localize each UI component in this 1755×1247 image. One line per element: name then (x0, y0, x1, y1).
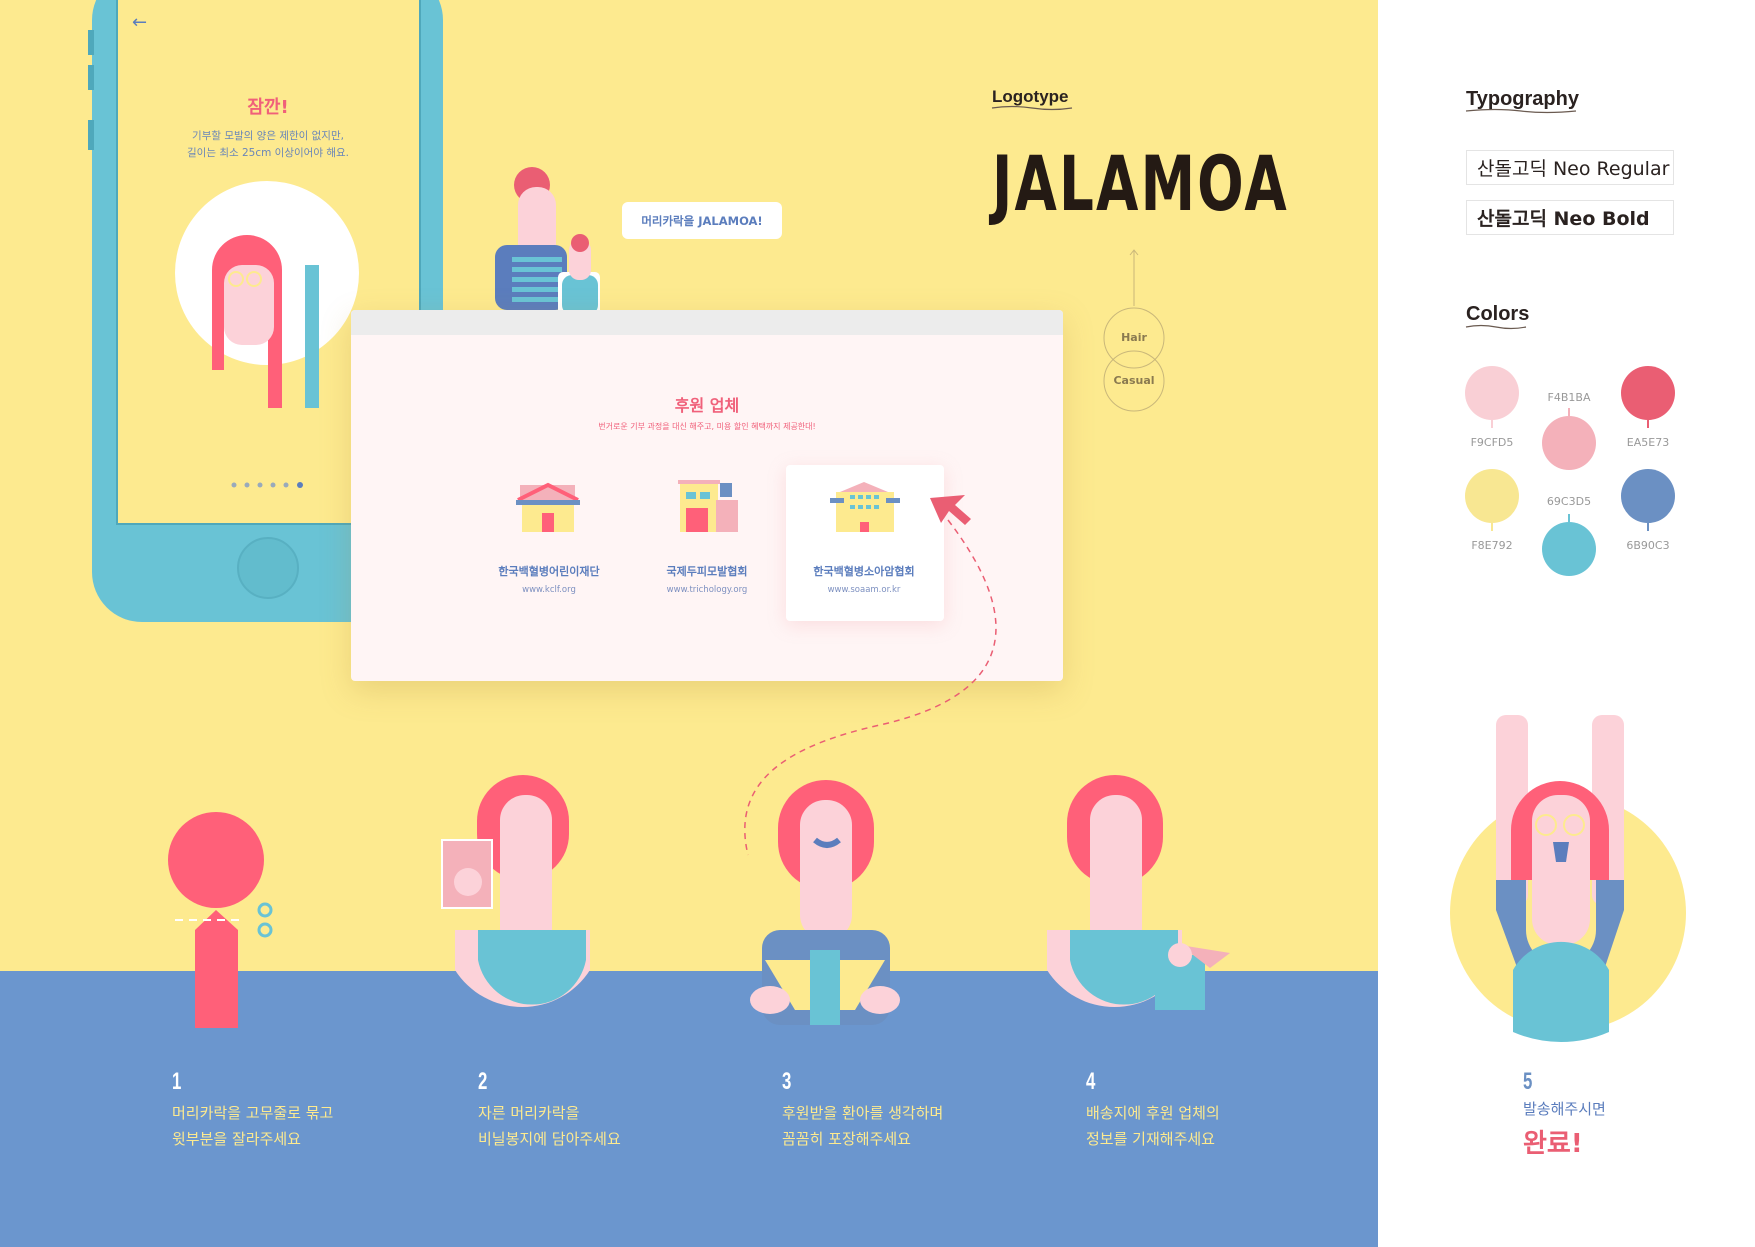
step-number: 3 (782, 1068, 792, 1095)
step1-figure (168, 812, 273, 1028)
swatch-label: F9CFD5 (1470, 436, 1514, 449)
step-5: 5 발송해주시면 완료! (1523, 1068, 1606, 1160)
step-text-line1: 머리카락을 고무줄로 묶고 (172, 1104, 334, 1122)
step-text-line1: 자른 머리카락을 (478, 1104, 580, 1122)
font-sample-regular: 산돌고딕 Neo Regular (1466, 150, 1674, 185)
swatch-label: F4B1BA (1547, 391, 1591, 404)
step-text-line2: 꼼꼼히 포장해주세요 (782, 1130, 911, 1148)
step-4: 4 배송지에 후원 업체의 정보를 기재해주세요 (1086, 1068, 1220, 1152)
logotype-heading: Logotype (992, 87, 1069, 106)
step-text-line1: 배송지에 후원 업체의 (1086, 1104, 1220, 1122)
step4-figure (1047, 775, 1230, 1010)
keyword-casual: Casual (1113, 374, 1155, 387)
swatch-label: 6B90C3 (1626, 539, 1670, 552)
swatch-label: EA5E73 (1626, 436, 1670, 449)
step-number: 5 (1523, 1068, 1533, 1095)
dashed-path (744, 519, 997, 856)
font-sample-bold: 산돌고딕 Neo Bold (1466, 200, 1674, 235)
step3-figure (750, 780, 900, 1025)
cursor-arrow-icon (930, 495, 971, 525)
step-text-line1: 후원받을 환아를 생각하며 (782, 1104, 944, 1122)
step-number: 1 (172, 1068, 182, 1095)
complete-label: 완료! (1523, 1129, 1583, 1159)
colors-heading: Colors (1466, 303, 1530, 325)
step-text-line2: 윗부분을 잘라주세요 (172, 1130, 301, 1148)
step-number: 2 (478, 1068, 488, 1095)
step-text-line2: 비닐봉지에 담아주세요 (478, 1130, 621, 1148)
step-3: 3 후원받을 환아를 생각하며 꼼꼼히 포장해주세요 (782, 1068, 943, 1152)
jalamoa-logo: JALAMOA (992, 139, 1289, 228)
step5-figure (1450, 715, 1686, 1043)
step-1: 1 머리카락을 고무줄로 묶고 윗부분을 잘라주세요 (172, 1068, 333, 1152)
step-text-line2: 정보를 기재해주세요 (1086, 1130, 1215, 1148)
step-2: 2 자른 머리카락을 비닐봉지에 담아주세요 (478, 1068, 621, 1152)
typography-heading: Typography (1466, 88, 1579, 110)
step2-figure (441, 775, 590, 1008)
step-illustrations (168, 105, 1686, 1043)
swatch-label: 69C3D5 (1546, 495, 1592, 508)
swatch-label: F8E792 (1471, 539, 1513, 552)
step-number: 4 (1086, 1068, 1096, 1095)
keyword-hair: Hair (1121, 331, 1147, 344)
step-text-line1: 발송해주시면 (1523, 1100, 1606, 1118)
